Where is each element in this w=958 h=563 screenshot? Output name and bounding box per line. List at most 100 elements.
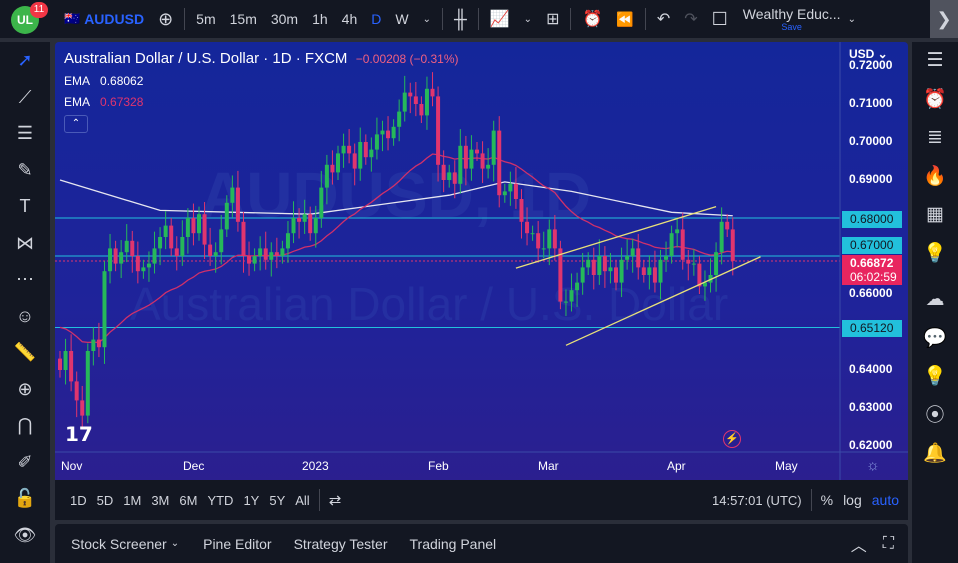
brush-icon[interactable]: ✎ [0, 152, 50, 189]
range-3m[interactable]: 3M [146, 493, 174, 508]
chevron-down-icon[interactable]: ⌄ [416, 14, 438, 25]
interval-w[interactable]: W [388, 11, 415, 27]
layout-name[interactable]: Wealthy Educ... Save [743, 6, 841, 32]
cursor-icon[interactable]: ➚ [0, 42, 50, 79]
emoji-icon[interactable]: ☺ [0, 298, 50, 335]
fib-lines-icon[interactable]: ☰ [0, 115, 50, 152]
percent-toggle[interactable]: % [816, 492, 838, 508]
price-tick: 0.72000 [849, 58, 893, 72]
interval-5m[interactable]: 5m [189, 11, 222, 27]
zoom-in-icon[interactable]: ⊕ [0, 371, 50, 408]
alarm-clock-icon[interactable]: ⏰ [912, 81, 958, 120]
chevron-down-icon[interactable]: ⌄ [517, 14, 539, 25]
prediction-icon[interactable]: ⋯ [0, 261, 50, 298]
eye-icon[interactable]: 👁 [0, 517, 50, 554]
divider [318, 489, 320, 511]
candle-body [358, 142, 363, 169]
range-5d[interactable]: 5D [92, 493, 119, 508]
chevron-down-icon[interactable]: ⌄ [841, 14, 863, 25]
hotlist-icon[interactable]: ≣ [912, 119, 958, 158]
candle-body [80, 400, 85, 416]
range-1y[interactable]: 1Y [238, 493, 264, 508]
auto-toggle[interactable]: auto [867, 492, 904, 508]
alert-clock-icon[interactable]: ⏰ [575, 9, 609, 29]
candle-body [558, 248, 563, 302]
redo-icon[interactable]: ↷ [677, 9, 704, 29]
flame-icon[interactable]: 🔥 [912, 158, 958, 197]
tab-strategy-tester[interactable]: Strategy Tester [288, 536, 404, 552]
time-axis[interactable]: Nov Dec 2023 Feb Mar Apr May [55, 459, 840, 479]
lock-drawing-icon[interactable]: ✐ [0, 444, 50, 481]
chart-pane[interactable]: AUDUSD, 1D Australian Dollar / U.S. Doll… [55, 42, 908, 480]
date-range-icon[interactable]: ⇄ [324, 491, 347, 509]
candle-body [119, 252, 124, 264]
candle-body [480, 153, 485, 169]
text-icon[interactable]: T [0, 188, 50, 225]
range-6m[interactable]: 6M [174, 493, 202, 508]
ruler-icon[interactable]: 📏 [0, 334, 50, 371]
chat-icon[interactable]: 💬 [912, 320, 958, 359]
range-1m[interactable]: 1M [118, 493, 146, 508]
pattern-icon[interactable]: ⋈ [0, 225, 50, 262]
tab-stock-screener[interactable]: Stock Screener [65, 536, 171, 552]
notifications-bell-icon[interactable]: 🔔 [912, 435, 958, 474]
drawing-toolbar: ➚ ⟋ ☰ ✎ T ⋈ ⋯ ☺ 📏 ⊕ ⋂ ✐ 🔓 👁 [0, 42, 50, 563]
divider [810, 489, 812, 511]
candle-body [219, 229, 224, 253]
chat-cloud-icon[interactable]: ☁ [912, 281, 958, 320]
ema-label[interactable]: EMA [64, 95, 90, 109]
ideas-lightbulb-icon[interactable]: 💡 [912, 235, 958, 274]
candles-icon[interactable]: ╫ [447, 9, 474, 30]
trend-line-icon[interactable]: ⟋ [0, 79, 50, 116]
broadcast-icon[interactable]: ⦿ [912, 397, 958, 436]
range-5y[interactable]: 5Y [264, 493, 290, 508]
undo-icon[interactable]: ↶ [650, 9, 677, 29]
candle-body [541, 248, 546, 250]
candle-body [91, 339, 96, 351]
range-ytd[interactable]: YTD [202, 493, 238, 508]
utc-clock[interactable]: 14:57:01 (UTC) [707, 493, 807, 508]
save-label[interactable]: Save [781, 22, 802, 32]
candle-body [530, 233, 535, 235]
expand-panel-icon[interactable]: ❯ [930, 0, 958, 38]
candle-body [447, 172, 452, 180]
divider [477, 8, 479, 30]
replay-icon[interactable]: ⏪ [609, 11, 640, 28]
ema-label[interactable]: EMA [64, 74, 90, 88]
candle-body [241, 221, 246, 256]
tab-trading-panel[interactable]: Trading Panel [404, 536, 513, 552]
collapse-legend-button[interactable]: ⌃ [64, 115, 88, 133]
chevron-up-icon[interactable]: ︿ [851, 532, 883, 556]
fullscreen-square-icon[interactable]: ☐ [705, 9, 735, 30]
candle-body [146, 263, 151, 268]
range-all[interactable]: All [290, 493, 314, 508]
candle-body [725, 221, 730, 230]
candle-body [458, 145, 463, 184]
lock-icon[interactable]: 🔓 [0, 480, 50, 517]
log-toggle[interactable]: log [838, 492, 867, 508]
indicators-icon[interactable]: 📈 [483, 9, 517, 29]
range-1d[interactable]: 1D [65, 493, 92, 508]
interval-1h[interactable]: 1h [305, 11, 335, 27]
time-tick: Dec [183, 459, 205, 473]
compare-plus-icon[interactable]: ⊕ [151, 9, 180, 30]
templates-grid-icon[interactable]: ⊞ [539, 9, 566, 29]
candle-body [680, 229, 685, 260]
tab-pine-editor[interactable]: Pine Editor [197, 536, 287, 552]
chevron-down-icon[interactable]: ⌄ [171, 538, 197, 549]
interval-30m[interactable]: 30m [264, 11, 305, 27]
time-tick: Nov [61, 459, 83, 473]
calendar-icon[interactable]: ▦ [912, 196, 958, 235]
watchlist-icon[interactable]: ☰ [912, 42, 958, 81]
tradingview-logo[interactable]: 𝟭𝟳 [65, 422, 93, 447]
legend-title: Australian Dollar / U.S. Dollar · 1D · F… [64, 50, 348, 67]
magnet-icon[interactable]: ⋂ [0, 407, 50, 444]
interval-d[interactable]: D [364, 11, 388, 27]
streams-icon[interactable]: 💡 [912, 358, 958, 397]
interval-15m[interactable]: 15m [223, 11, 264, 27]
settings-sun-icon[interactable]: ☼ [866, 457, 880, 474]
lightning-event-icon[interactable]: ⚡ [723, 430, 741, 448]
symbol-search[interactable]: AUDUSD [80, 11, 151, 27]
maximize-icon[interactable]: ⛶ [883, 535, 908, 553]
interval-4h[interactable]: 4h [335, 11, 365, 27]
